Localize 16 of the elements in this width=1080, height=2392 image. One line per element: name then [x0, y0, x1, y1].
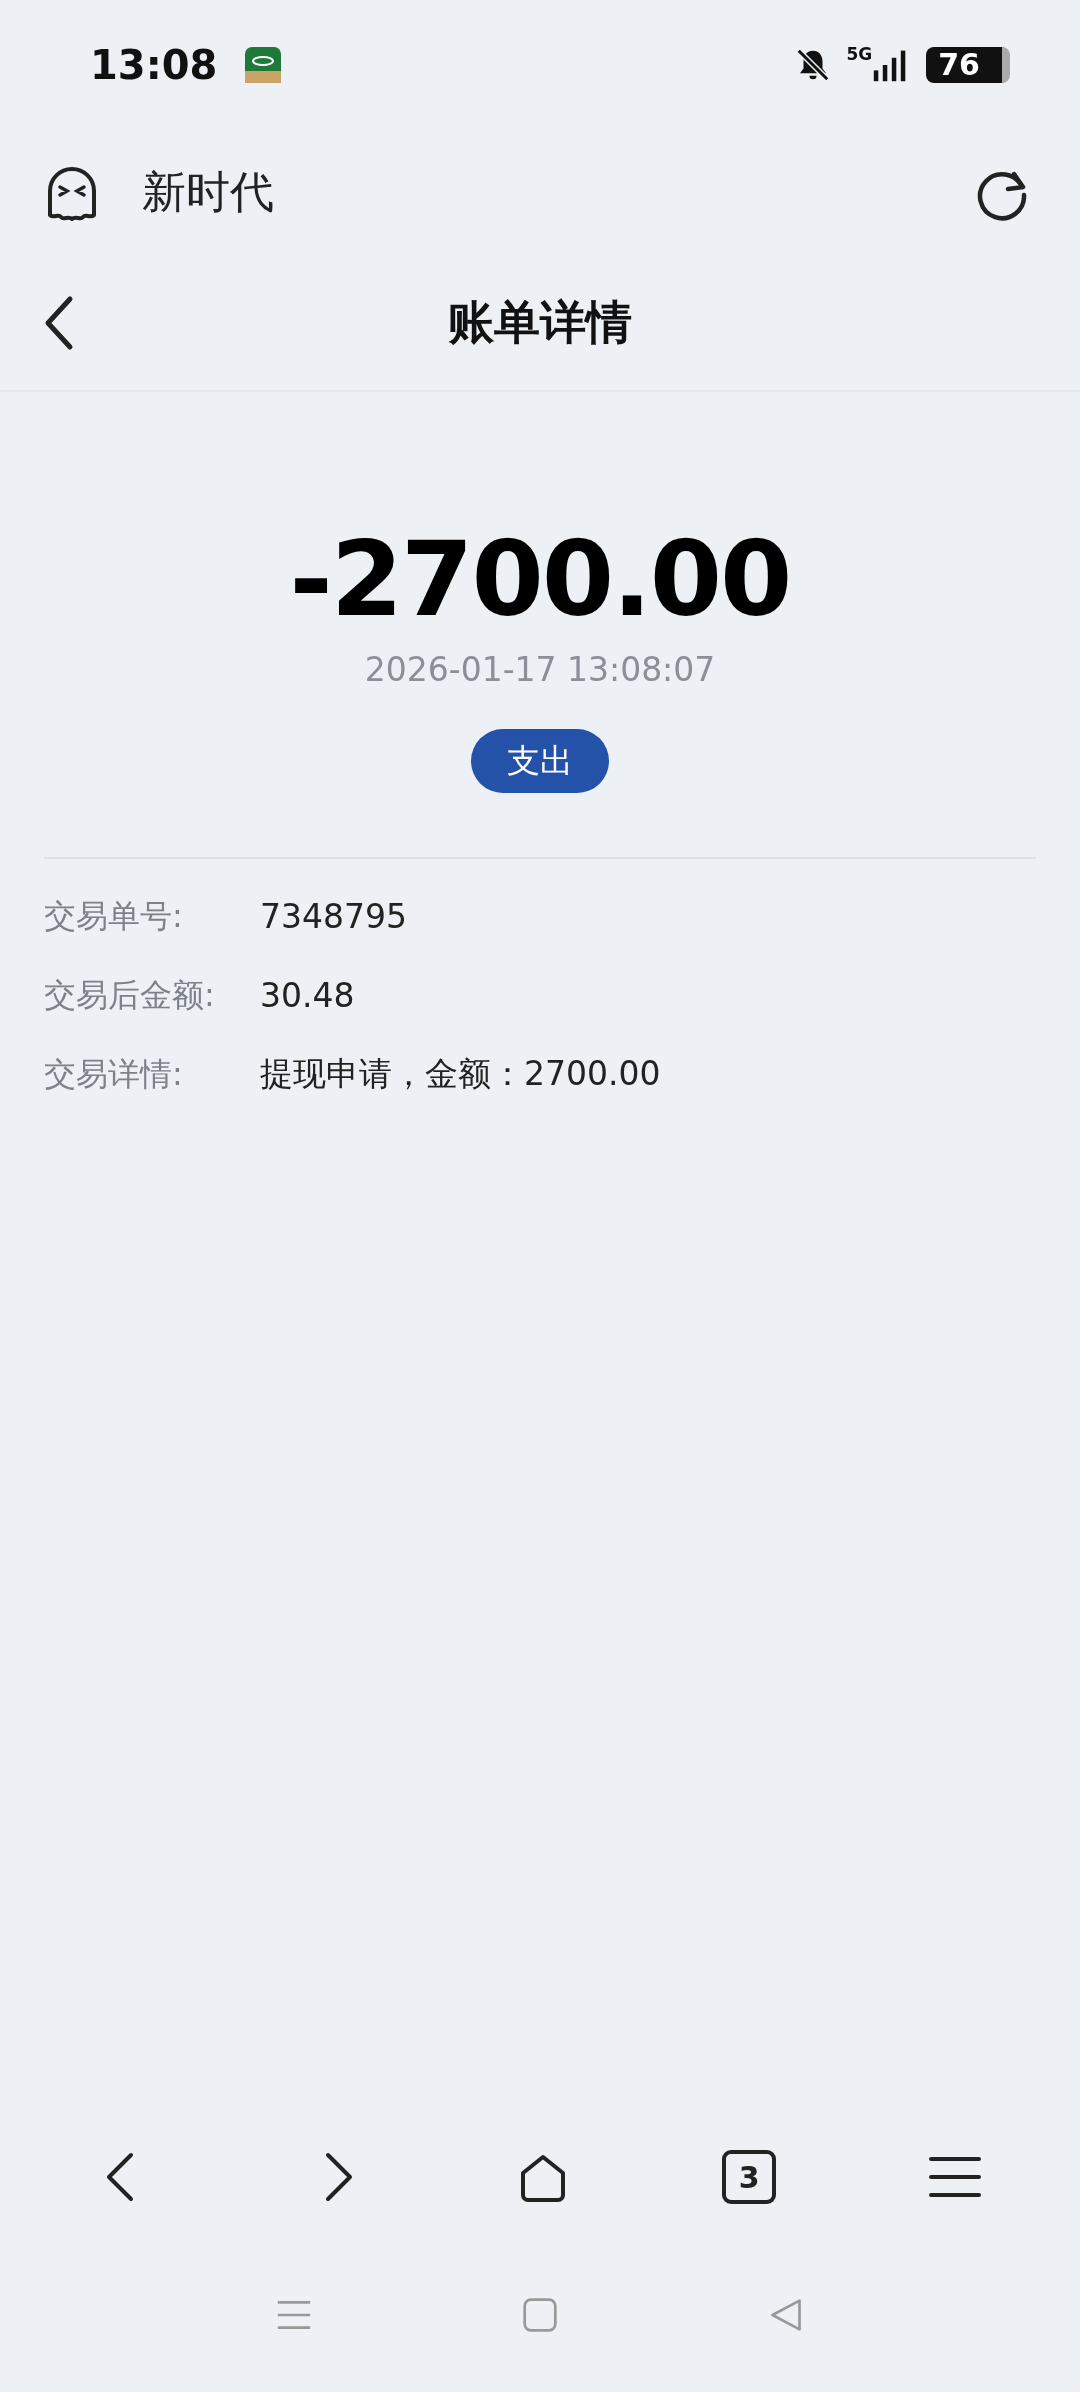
detail-label: 交易后金额:	[44, 974, 216, 1016]
status-time: 13:08	[90, 42, 218, 88]
detail-label: 交易单号:	[44, 895, 184, 937]
page-title: 账单详情	[448, 293, 632, 351]
app-icon	[245, 47, 282, 83]
network-label: 5G	[846, 44, 873, 64]
detail-value: 30.48	[260, 976, 355, 1016]
detail-value: 提现申请，金额：2700.00	[260, 1053, 661, 1096]
detail-label: 交易详情:	[44, 1053, 184, 1095]
transaction-time: 2026-01-17 13:08:07	[364, 650, 716, 690]
battery-indicator: 76	[926, 47, 1010, 83]
tabs-button[interactable]: 3	[722, 2150, 777, 2204]
amount: -2700.00	[289, 522, 791, 637]
site-title: 新时代	[142, 165, 274, 219]
detail-value: 7348795	[260, 897, 407, 937]
type-tag: 支出	[471, 729, 609, 794]
